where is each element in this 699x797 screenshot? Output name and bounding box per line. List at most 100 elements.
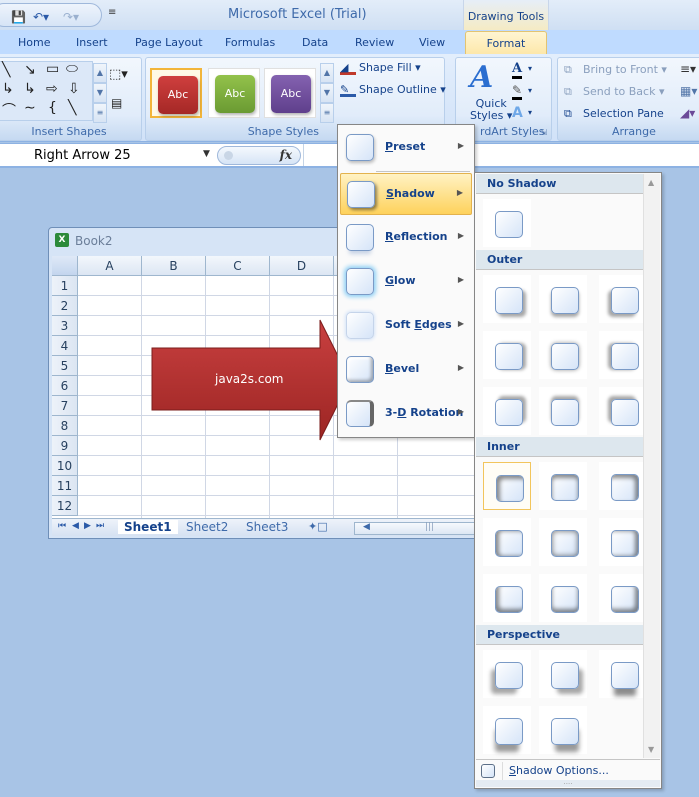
row-header[interactable]: 12 <box>52 496 78 516</box>
shadow-option-outer[interactable] <box>483 387 531 435</box>
redo-icon[interactable]: ↷▾ <box>63 10 79 24</box>
edit-shape-icon[interactable]: ⬚▾ <box>109 67 128 82</box>
shadow-option-perspective[interactable] <box>483 650 531 698</box>
shadow-option-inner[interactable] <box>599 518 647 566</box>
line-icon-2[interactable]: ╲ <box>68 100 76 116</box>
line-icon[interactable]: ╲ <box>2 62 10 78</box>
shadow-option-outer[interactable] <box>483 275 531 323</box>
styles-scroll-down[interactable]: ▼ <box>320 83 334 103</box>
submenu-scrollbar[interactable]: ▲ ▼ <box>643 174 660 758</box>
tab-insert[interactable]: Insert <box>76 36 108 49</box>
column-header[interactable]: A <box>78 256 142 276</box>
customize-qat-icon[interactable]: ≡ <box>108 7 116 18</box>
shapes-gallery[interactable]: ╲ ↘ ▭ ⬭ ↳ ↳ ⇨ ⇩ ⌒ ∼ { ╲ <box>0 61 93 121</box>
undo-icon[interactable]: ↶▾ <box>33 10 49 24</box>
send-to-back-button[interactable]: ⧉ Send to Back ▾ <box>564 85 664 99</box>
column-header[interactable]: D <box>270 256 334 276</box>
down-arrow-shape-icon[interactable]: ⇩ <box>68 81 80 97</box>
styles-more[interactable]: ≡ <box>320 103 334 123</box>
row-header[interactable]: 11 <box>52 476 78 496</box>
text-fill-dropdown[interactable]: ▾ <box>528 64 532 73</box>
gallery-more[interactable]: ≡ <box>93 103 107 123</box>
quick-styles-button[interactable]: Quick Styles ▾ <box>470 98 512 122</box>
shadow-option-perspective[interactable] <box>539 650 587 698</box>
sheet-tab-sheet1[interactable]: Sheet1 <box>118 520 178 534</box>
shape-style-green[interactable]: Abc <box>208 68 260 118</box>
shadow-option-inner[interactable] <box>539 518 587 566</box>
shape-style-red[interactable]: Abc <box>150 68 202 118</box>
right-arrow-shape-icon[interactable]: ⇨ <box>46 81 58 97</box>
elbow-arrow-icon[interactable]: ↳ <box>24 81 36 97</box>
selection-pane-button[interactable]: ⧉ Selection Pane <box>564 107 664 121</box>
shadow-option-inner[interactable] <box>483 462 531 510</box>
tab-data[interactable]: Data <box>302 36 328 49</box>
shadow-option-outer[interactable] <box>539 331 587 379</box>
align-icon[interactable]: ≡▾ <box>680 62 696 76</box>
brace-icon[interactable]: { <box>48 100 57 116</box>
shadow-option-no-shadow[interactable] <box>483 199 531 247</box>
fx-icon[interactable]: fx <box>280 148 292 162</box>
expand-handle-icon[interactable] <box>224 151 233 160</box>
text-box-icon[interactable]: ▤ <box>111 96 122 110</box>
row-header[interactable]: 5 <box>52 356 78 376</box>
shadow-option-inner[interactable] <box>483 574 531 622</box>
arc-icon[interactable]: ⌒ <box>2 100 16 120</box>
sheet-tab-sheet2[interactable]: Sheet2 <box>186 520 228 534</box>
tab-formulas[interactable]: Formulas <box>225 36 275 49</box>
scroll-thumb-grip[interactable]: ||| <box>425 522 434 532</box>
menu-item-bevel[interactable]: Bevel ▶ <box>340 349 472 391</box>
tab-review[interactable]: Review <box>355 36 394 49</box>
row-header[interactable]: 6 <box>52 376 78 396</box>
rotate-icon[interactable]: ◢▾ <box>680 106 695 120</box>
sheet-tab-sheet3[interactable]: Sheet3 <box>246 520 288 534</box>
bring-to-front-button[interactable]: ⧉ Bring to Front ▾ <box>564 63 667 77</box>
shadow-option-outer[interactable] <box>599 387 647 435</box>
shadow-option-inner[interactable] <box>539 574 587 622</box>
shape-outline-button[interactable]: ✎ Shape Outline ▾ <box>340 83 446 97</box>
prev-sheet-icon[interactable]: ◀ <box>72 521 79 531</box>
elbow-connector-icon[interactable]: ↳ <box>2 81 14 97</box>
text-effects-icon[interactable]: A <box>512 105 523 121</box>
shadow-option-outer[interactable] <box>599 275 647 323</box>
text-outline-dropdown[interactable]: ▾ <box>528 86 532 95</box>
name-box[interactable]: Right Arrow 25 <box>34 148 131 163</box>
shadow-option-inner[interactable] <box>599 462 647 510</box>
tab-format[interactable]: Format <box>465 31 547 55</box>
save-icon[interactable]: 💾 <box>11 10 26 24</box>
group-icon[interactable]: ▦▾ <box>680 84 697 98</box>
shadow-option-outer[interactable] <box>539 275 587 323</box>
styles-scroll-up[interactable]: ▲ <box>320 63 334 83</box>
arrow-line-icon[interactable]: ↘ <box>24 62 36 78</box>
menu-item-preset[interactable]: Preset ▶ <box>340 127 472 169</box>
shape-fill-button[interactable]: ◢ Shape Fill ▾ <box>340 61 421 75</box>
last-sheet-icon[interactable]: ⏭ <box>96 521 104 531</box>
row-header[interactable]: 8 <box>52 416 78 436</box>
tab-home[interactable]: Home <box>18 36 50 49</box>
rectangle-icon[interactable]: ▭ <box>46 61 59 77</box>
horizontal-scrollbar[interactable]: ◀ ||| <box>354 522 478 535</box>
column-header[interactable]: C <box>206 256 270 276</box>
menu-item-3d-rotation[interactable]: 3-D Rotation ▶ <box>340 393 472 435</box>
menu-item-shadow[interactable]: Shadow ▶ <box>340 173 472 215</box>
shadow-option-inner[interactable] <box>483 518 531 566</box>
insert-sheet-icon[interactable]: ✦□ <box>308 520 328 533</box>
name-box-dropdown-icon[interactable]: ▼ <box>203 149 210 159</box>
shadow-option-perspective[interactable] <box>539 706 587 754</box>
column-header[interactable]: B <box>142 256 206 276</box>
shadow-option-inner[interactable] <box>599 574 647 622</box>
row-header[interactable]: 3 <box>52 316 78 336</box>
shadow-option-outer[interactable] <box>539 387 587 435</box>
first-sheet-icon[interactable]: ⏮ <box>58 521 66 531</box>
row-header[interactable]: 9 <box>52 436 78 456</box>
row-header[interactable]: 10 <box>52 456 78 476</box>
shadow-option-inner[interactable] <box>539 462 587 510</box>
next-sheet-icon[interactable]: ▶ <box>84 521 91 531</box>
resize-grip[interactable]: .... <box>476 779 660 787</box>
text-effects-dropdown[interactable]: ▾ <box>528 108 532 117</box>
tab-page-layout[interactable]: Page Layout <box>135 36 203 49</box>
menu-item-soft-edges[interactable]: Soft Edges ▶ <box>340 305 472 347</box>
select-all-button[interactable] <box>52 256 78 276</box>
text-outline-icon[interactable]: ✎ <box>512 83 523 100</box>
menu-item-reflection[interactable]: Reflection ▶ <box>340 217 472 259</box>
scroll-left-icon[interactable]: ◀ <box>363 522 370 532</box>
